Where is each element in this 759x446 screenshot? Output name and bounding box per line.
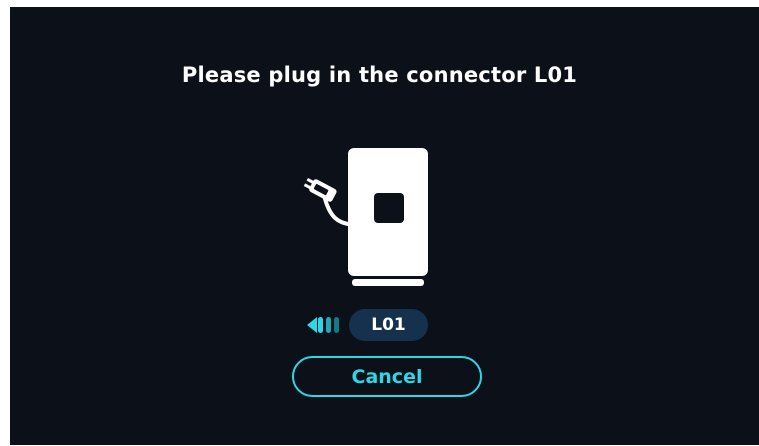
charger-display xyxy=(374,193,404,223)
connector-badge: L01 xyxy=(349,309,428,341)
arrow-left-icon xyxy=(307,317,339,333)
charger-base xyxy=(352,279,424,286)
plug-icon xyxy=(303,178,337,202)
page-title: Please plug in the connector L01 xyxy=(181,63,578,87)
cancel-button[interactable]: Cancel xyxy=(292,356,482,397)
ev-charger-icon xyxy=(303,148,428,286)
